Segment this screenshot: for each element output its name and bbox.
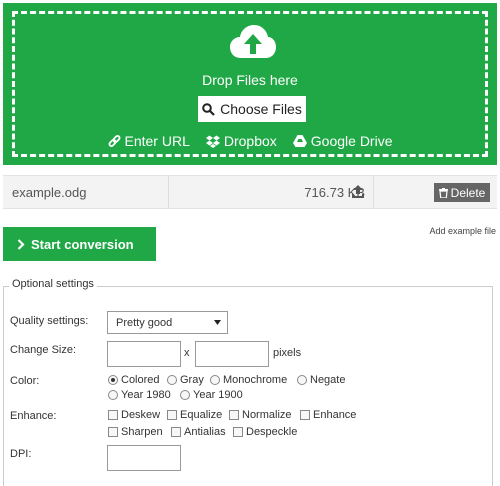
option-label: Sharpen	[121, 426, 163, 438]
google-drive-icon	[292, 135, 307, 147]
dropbox-label: Dropbox	[223, 133, 277, 149]
color-option-gray[interactable]: Gray	[167, 374, 204, 386]
option-label: Deskew	[121, 409, 161, 421]
radio-button[interactable]	[167, 375, 177, 385]
file-name: example.odg	[12, 185, 87, 200]
radio-button[interactable]	[108, 375, 118, 385]
option-label: Year 1980	[121, 389, 171, 401]
checkbox[interactable]	[229, 410, 239, 420]
dropdown-arrow-icon	[214, 320, 221, 325]
dpi-label: DPI:	[10, 448, 32, 460]
size-separator: x	[184, 347, 190, 359]
quality-select[interactable]: Pretty good	[107, 311, 228, 334]
divider	[373, 176, 374, 208]
enhance-option-equalize[interactable]: Equalize	[167, 409, 222, 421]
enter-url-link[interactable]: Enter URL	[108, 133, 190, 149]
checkbox[interactable]	[171, 427, 181, 437]
enter-url-label: Enter URL	[124, 133, 190, 149]
enhance-option-sharpen[interactable]: Sharpen	[108, 426, 163, 438]
start-conversion-button[interactable]: Start conversion	[3, 227, 156, 261]
color-option-colored[interactable]: Colored	[108, 374, 160, 386]
radio-button[interactable]	[210, 375, 220, 385]
enhance-option-antialias[interactable]: Antialias	[171, 426, 226, 438]
color-option-negate[interactable]: Negate	[297, 374, 345, 386]
divider	[168, 176, 169, 208]
link-icon	[108, 134, 120, 147]
option-label: Colored	[121, 374, 160, 386]
option-label: Enhance	[313, 409, 357, 421]
checkbox[interactable]	[300, 410, 310, 420]
quality-settings-label: Quality settings:	[10, 315, 89, 327]
color-option-year-1980[interactable]: Year 1980	[108, 389, 171, 401]
google-drive-link[interactable]: Google Drive	[292, 133, 393, 149]
enhance-option-deskew[interactable]: Deskew	[108, 409, 160, 421]
start-conversion-label: Start conversion	[31, 236, 134, 252]
enhance-option-normalize[interactable]: Normalize	[229, 409, 292, 421]
dropbox-icon	[205, 135, 220, 148]
search-icon	[202, 102, 215, 116]
dpi-input[interactable]	[107, 445, 181, 471]
drop-files-text: Drop Files here	[202, 72, 298, 88]
upload-sources: Enter URL Dropbox Google Drive	[3, 133, 497, 149]
option-label: Antialias	[184, 426, 226, 438]
google-drive-label: Google Drive	[310, 133, 393, 149]
change-size-label: Change Size:	[10, 344, 77, 356]
choose-files-button[interactable]: Choose Files	[198, 96, 306, 122]
enhance-label: Enhance:	[10, 410, 57, 422]
radio-button[interactable]	[297, 375, 307, 385]
delete-button[interactable]: Delete	[434, 183, 490, 202]
width-input[interactable]	[107, 341, 181, 367]
color-option-monochrome[interactable]: Monochrome	[210, 374, 287, 386]
option-label: Normalize	[242, 409, 292, 421]
cloud-upload-icon	[230, 25, 276, 58]
enhance-option-despeckle[interactable]: Despeckle	[233, 426, 297, 438]
option-label: Gray	[180, 374, 204, 386]
color-label: Color:	[10, 375, 40, 387]
choose-files-label: Choose Files	[220, 101, 302, 117]
color-option-year-1900[interactable]: Year 1900	[180, 389, 243, 401]
settings-legend: Optional settings	[9, 278, 97, 290]
chevron-right-icon	[17, 238, 25, 250]
option-label: Monochrome	[223, 374, 288, 386]
checkbox[interactable]	[233, 427, 243, 437]
trash-icon	[438, 187, 448, 198]
dropbox-link[interactable]: Dropbox	[205, 133, 277, 149]
radio-button[interactable]	[180, 390, 190, 400]
height-input[interactable]	[195, 341, 269, 367]
checkbox[interactable]	[108, 427, 118, 437]
checkbox[interactable]	[108, 410, 118, 420]
option-label: Despeckle	[246, 426, 298, 438]
size-unit: pixels	[273, 347, 302, 359]
upload-icon	[352, 185, 364, 198]
option-label: Negate	[310, 374, 346, 386]
delete-label: Delete	[450, 185, 486, 200]
add-example-file-link[interactable]: Add example file	[429, 226, 496, 236]
enhance-option-enhance[interactable]: Enhance	[300, 409, 356, 421]
option-label: Equalize	[180, 409, 223, 421]
checkbox[interactable]	[167, 410, 177, 420]
option-label: Year 1900	[193, 389, 243, 401]
quality-selected-value: Pretty good	[116, 316, 173, 329]
drop-zone[interactable]: Drop Files here Choose Files Enter URL D…	[3, 3, 497, 165]
radio-button[interactable]	[108, 390, 118, 400]
file-row: example.odg 716.73 KB Delete	[3, 175, 497, 209]
